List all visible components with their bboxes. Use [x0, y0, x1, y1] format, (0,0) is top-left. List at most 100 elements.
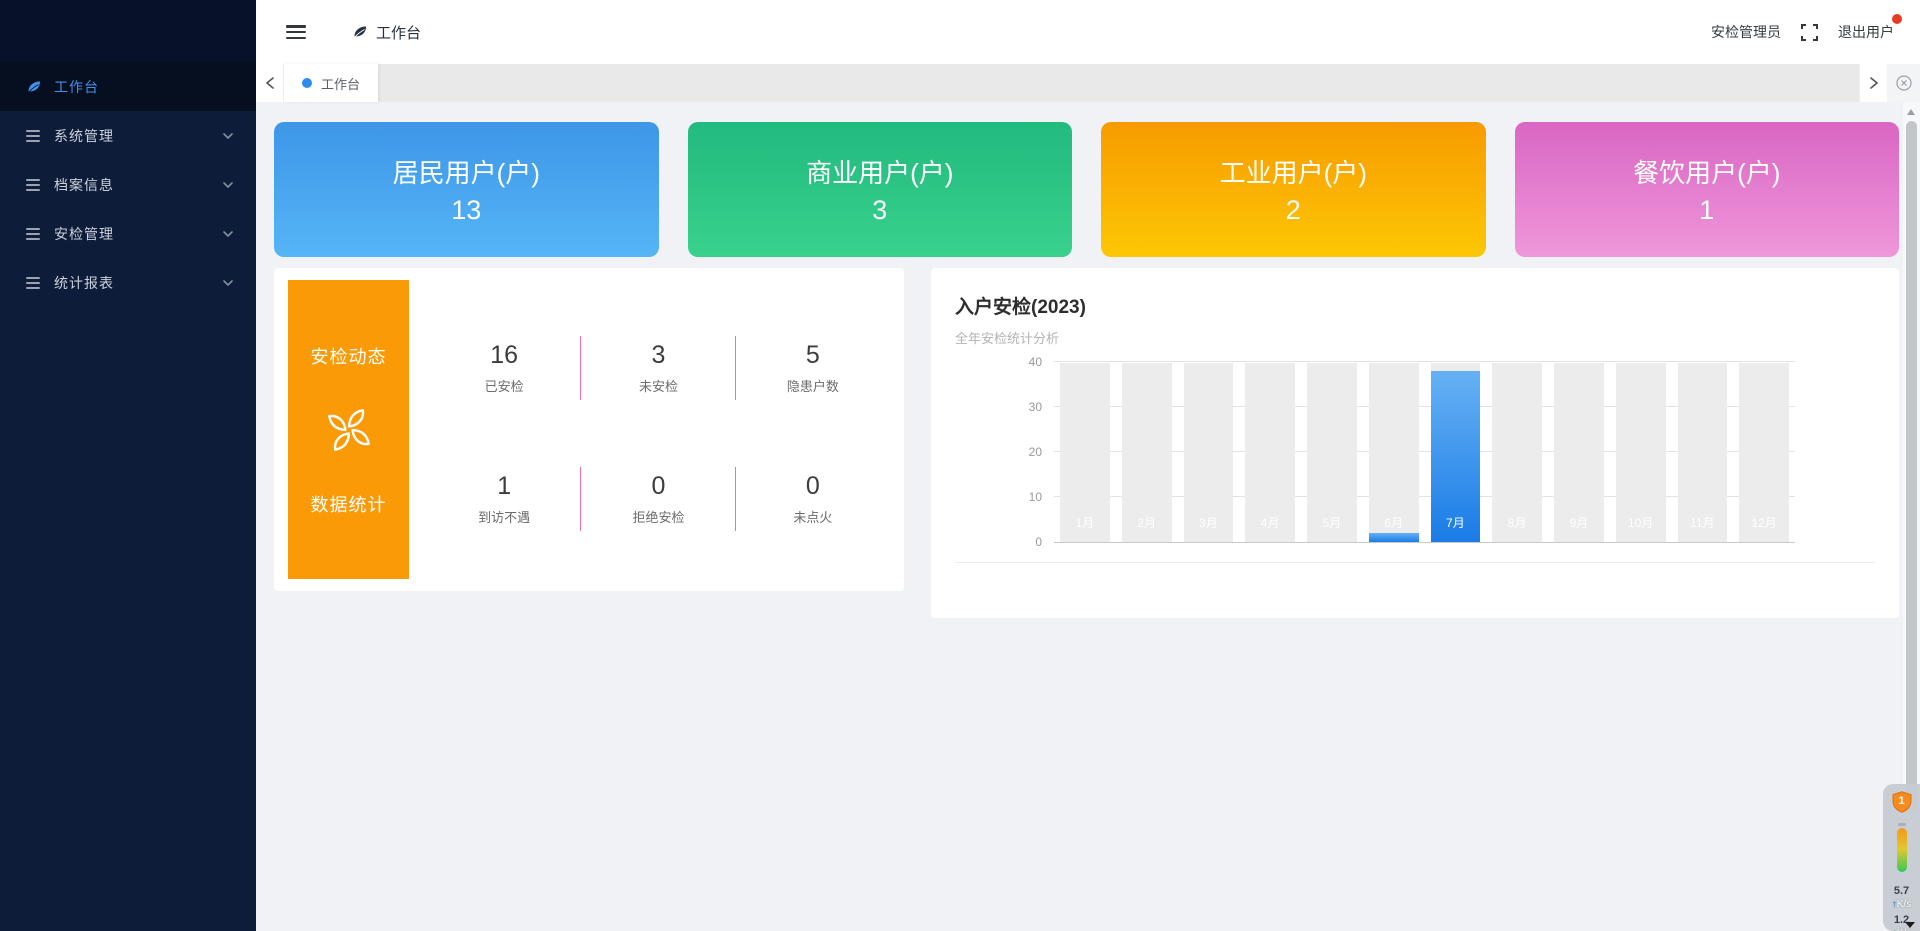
list-icon — [26, 177, 42, 193]
stat-label: 拒绝安检 — [632, 507, 684, 526]
card-title: 居民用户(户) — [393, 153, 540, 190]
tab-bar: 工作台 — [256, 64, 1920, 102]
sidebar-item-reports[interactable]: 统计报表 — [0, 258, 256, 307]
chart-panel-footer-divider — [955, 562, 1875, 575]
stat-hazard-households: 5 隐患户数 — [736, 302, 890, 434]
chevron-down-icon — [222, 130, 234, 142]
chart-bar-slot: 12月 — [1739, 363, 1789, 542]
chart-xtick-label: 2月 — [1122, 514, 1172, 531]
sidebar-item-system[interactable]: 系统管理 — [0, 111, 256, 160]
chart-xtick-label: 5月 — [1307, 514, 1357, 531]
chart-bar-slot: 7月 — [1431, 363, 1481, 542]
chart-xtick-label: 11月 — [1678, 514, 1728, 531]
chart-subtitle: 全年安检统计分析 — [955, 328, 1875, 347]
breadcrumb: 工作台 — [352, 22, 421, 43]
chart-title: 入户安检(2023) — [955, 292, 1875, 319]
tab-workbench[interactable]: 工作台 — [284, 64, 378, 102]
summary-side-title: 安检动态 — [311, 343, 387, 369]
summary-side-subtitle: 数据统计 — [311, 491, 387, 517]
chart-bars: 1月2月3月4月5月6月7月8月9月10月11月12月 — [1054, 363, 1795, 542]
card-value: 2 — [1286, 195, 1301, 226]
shield-badge-icon[interactable]: 1 — [1892, 791, 1912, 813]
chart-bar — [1369, 533, 1419, 542]
stat-inspected: 16 已安检 — [427, 302, 581, 434]
close-tabs-button[interactable] — [1887, 64, 1920, 102]
tabs-scroll-right-button[interactable] — [1859, 64, 1887, 102]
chart-ytick-label: 20 — [1029, 445, 1042, 459]
chart-plot: 0102030401月2月3月4月5月6月7月8月9月10月11月12月 — [1054, 363, 1795, 543]
card-catering-users: 餐饮用户(户) 1 — [1515, 122, 1900, 257]
main-area: 工作台 安检管理员 退出用户 — [256, 0, 1920, 931]
list-icon — [26, 128, 42, 144]
chart-ytick-label: 0 — [1035, 535, 1042, 549]
username-label[interactable]: 安检管理员 — [1711, 22, 1781, 42]
card-value: 1 — [1699, 195, 1714, 226]
pinwheel-icon — [322, 403, 376, 457]
upload-speed-value: 5.7 — [1892, 885, 1911, 899]
top-header: 工作台 安检管理员 退出用户 — [256, 0, 1920, 64]
hamburger-menu-icon[interactable] — [286, 25, 306, 39]
stat-not-inspected: 3 未安检 — [581, 302, 735, 434]
chart-bar-slot: 8月 — [1492, 363, 1542, 542]
chart-bar-slot: 10月 — [1616, 363, 1666, 542]
scrollbar-thumb[interactable] — [1906, 121, 1917, 815]
sidebar-item-label: 系统管理 — [54, 126, 222, 146]
chevron-down-icon — [222, 277, 234, 289]
upload-speed-unit: K/s — [1897, 899, 1911, 910]
leaf-icon — [352, 24, 368, 40]
stat-value: 0 — [652, 472, 666, 501]
chart-xtick-label: 7月 — [1431, 514, 1481, 531]
card-industrial-users: 工业用户(户) 2 — [1101, 122, 1486, 257]
chart-xtick-label: 9月 — [1554, 514, 1604, 531]
sidebar-item-label: 工作台 — [54, 77, 234, 97]
card-title: 商业用户(户) — [806, 153, 953, 190]
shield-badge-count: 1 — [1892, 791, 1912, 813]
stat-label: 未安检 — [639, 376, 678, 395]
card-commercial-users: 商业用户(户) 3 — [688, 122, 1073, 257]
stat-visit-missed: 1 到访不遇 — [427, 434, 581, 566]
list-icon — [26, 275, 42, 291]
scrollbar-up-arrow-icon[interactable] — [1907, 109, 1915, 115]
sidebar-item-label: 安检管理 — [54, 224, 222, 244]
sidebar-item-archives[interactable]: 档案信息 — [0, 160, 256, 209]
content-area: 居民用户(户) 13 商业用户(户) 3 工业用户(户) 2 餐饮用户(户) 1 — [256, 102, 1920, 931]
sidebar-item-inspection[interactable]: 安检管理 — [0, 209, 256, 258]
net-speed-widget[interactable]: 1 5.7 ↑K/s 1.2 ↓K/s — [1883, 784, 1920, 931]
chart-bar-slot: 5月 — [1307, 363, 1357, 542]
sidebar-item-label: 统计报表 — [54, 273, 222, 293]
chart-bar-slot: 11月 — [1678, 363, 1728, 542]
page-title: 工作台 — [376, 22, 421, 43]
card-value: 13 — [451, 195, 481, 226]
sidebar: 工作台 系统管理 档案信息 安检管理 — [0, 0, 256, 931]
tabs-scroll-left-button[interactable] — [256, 64, 284, 102]
panels-row: 安检动态 数据统计 — [274, 268, 1899, 618]
stat-value: 0 — [806, 472, 820, 501]
app-root: 工作台 系统管理 档案信息 安检管理 — [0, 0, 1920, 931]
stat-label: 到访不遇 — [478, 507, 530, 526]
close-circle-icon — [1896, 75, 1912, 91]
inspection-summary-panel: 安检动态 数据统计 — [274, 268, 904, 591]
card-resident-users: 居民用户(户) 13 — [274, 122, 659, 257]
active-tab-dot — [302, 78, 312, 88]
chevron-down-icon — [222, 228, 234, 240]
summary-side-block: 安检动态 数据统计 — [288, 280, 409, 579]
widget-collapse-arrow-icon[interactable] — [1905, 922, 1915, 928]
stat-label: 已安检 — [485, 376, 524, 395]
logout-button[interactable]: 退出用户 — [1838, 22, 1894, 42]
stat-not-ignited: 0 未点火 — [736, 434, 890, 566]
tab-strip: 工作台 — [284, 64, 1859, 102]
leaf-icon — [26, 79, 42, 95]
card-title: 餐饮用户(户) — [1633, 153, 1780, 190]
chart-bar-slot: 3月 — [1184, 363, 1234, 542]
sidebar-item-workbench[interactable]: 工作台 — [0, 62, 256, 111]
notification-dot — [1892, 14, 1902, 24]
stat-value: 3 — [652, 341, 666, 370]
sidebar-logo-area — [0, 0, 256, 62]
chart-bar-slot: 4月 — [1245, 363, 1295, 542]
chart-bar-slot: 9月 — [1554, 363, 1604, 542]
stat-value: 16 — [490, 341, 518, 370]
fullscreen-icon[interactable] — [1801, 24, 1818, 41]
summary-stats-grid: 16 已安检 3 未安检 5 隐患户数 1 到访 — [409, 280, 890, 579]
chart-xtick-label: 10月 — [1616, 514, 1666, 531]
chart-bar-slot: 6月 — [1369, 363, 1419, 542]
